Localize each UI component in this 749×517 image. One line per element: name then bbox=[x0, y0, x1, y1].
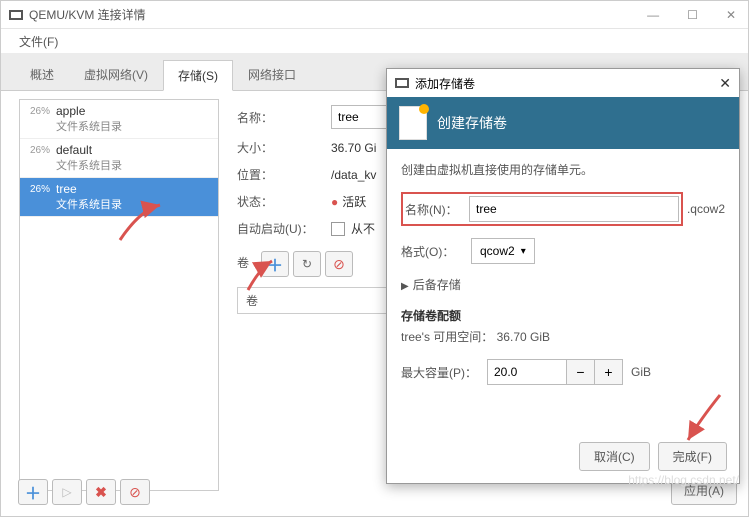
pool-row[interactable]: 26% apple 文件系统目录 bbox=[20, 100, 218, 139]
menu-file[interactable]: 文件(F) bbox=[13, 31, 64, 52]
tab-netif[interactable]: 网络接口 bbox=[233, 59, 311, 90]
tab-storage[interactable]: 存储(S) bbox=[163, 60, 233, 91]
vol-name-label: 名称(N)： bbox=[405, 201, 469, 218]
close-button[interactable]: ✕ bbox=[722, 8, 740, 22]
triangle-right-icon: ▶ bbox=[401, 281, 409, 292]
backing-store-disclosure[interactable]: ▶后备存储 bbox=[401, 276, 725, 293]
name-field-highlight: 名称(N)： bbox=[401, 192, 683, 226]
volume-list-header: 卷 bbox=[237, 287, 387, 314]
state-value: 活跃 bbox=[342, 193, 366, 210]
vol-name-suffix: .qcow2 bbox=[687, 202, 725, 216]
location-label: 位置： bbox=[237, 166, 331, 183]
dialog-icon bbox=[395, 78, 409, 88]
autostart-label: 自动启动(U)： bbox=[237, 220, 331, 237]
refresh-volumes-button[interactable]: ↻ bbox=[293, 251, 321, 277]
titlebar: QEMU/KVM 连接详情 — ☐ ✕ bbox=[1, 1, 748, 29]
dialog-title: 添加存储卷 bbox=[415, 75, 475, 92]
minimize-button[interactable]: — bbox=[643, 8, 663, 22]
autostart-checkbox[interactable] bbox=[331, 222, 345, 236]
new-volume-icon bbox=[399, 106, 427, 140]
capacity-label: 最大容量(P)： bbox=[401, 364, 487, 381]
size-value: 36.70 Gi bbox=[331, 141, 376, 155]
state-label: 状态： bbox=[237, 193, 331, 210]
delete-pool-button[interactable]: ✖ bbox=[86, 479, 116, 505]
tab-vnet[interactable]: 虚拟网络(V) bbox=[69, 59, 163, 90]
pool-row-selected[interactable]: 26% tree 文件系统目录 bbox=[20, 178, 218, 217]
start-pool-button[interactable]: ▷ bbox=[52, 479, 82, 505]
volumes-label: 卷 bbox=[237, 254, 261, 271]
banner-title: 创建存储卷 bbox=[437, 113, 507, 133]
tab-overview[interactable]: 概述 bbox=[15, 59, 69, 90]
size-label: 大小： bbox=[237, 139, 331, 156]
pool-row[interactable]: 26% default 文件系统目录 bbox=[20, 139, 218, 178]
dialog-banner: 创建存储卷 bbox=[387, 97, 739, 149]
add-volume-dialog: 添加存储卷 ✕ 创建存储卷 创建由虚拟机直接使用的存储单元。 名称(N)： .q… bbox=[386, 68, 740, 484]
format-select[interactable]: qcow2 ▾ bbox=[471, 238, 535, 264]
dialog-description: 创建由虚拟机直接使用的存储单元。 bbox=[401, 161, 725, 178]
capacity-increment[interactable]: + bbox=[595, 359, 623, 385]
location-value: /data_kv bbox=[331, 168, 376, 182]
capacity-input[interactable] bbox=[487, 359, 567, 385]
format-label: 格式(O)： bbox=[401, 243, 471, 260]
chevron-down-icon: ▾ bbox=[521, 246, 526, 257]
storage-pool-list: 26% apple 文件系统目录 26% default 文件系统目录 26% … bbox=[19, 99, 219, 491]
menubar: 文件(F) bbox=[1, 29, 748, 53]
autostart-suffix: 从不 bbox=[351, 220, 375, 237]
name-label: 名称： bbox=[237, 109, 331, 126]
add-pool-button[interactable]: ＋ bbox=[18, 479, 48, 505]
finish-button[interactable]: 完成(F) bbox=[658, 442, 727, 471]
maximize-button[interactable]: ☐ bbox=[683, 8, 702, 22]
delete-volume-button[interactable]: ⊘ bbox=[325, 251, 353, 277]
vol-name-input[interactable] bbox=[469, 196, 679, 222]
quota-available: tree's 可用空间： 36.70 GiB bbox=[401, 328, 725, 345]
dialog-close-button[interactable]: ✕ bbox=[719, 75, 731, 92]
capacity-decrement[interactable]: − bbox=[567, 359, 595, 385]
app-icon bbox=[9, 10, 23, 20]
capacity-unit: GiB bbox=[631, 365, 651, 379]
state-icon: ● bbox=[331, 195, 338, 209]
stop-pool-button[interactable]: ⊘ bbox=[120, 479, 150, 505]
add-volume-button[interactable]: ＋ bbox=[261, 251, 289, 277]
window-title: QEMU/KVM 连接详情 bbox=[29, 6, 146, 23]
cancel-button[interactable]: 取消(C) bbox=[579, 442, 650, 471]
pool-toolbar: ＋ ▷ ✖ ⊘ bbox=[18, 479, 150, 505]
quota-title: 存储卷配额 bbox=[401, 307, 725, 324]
